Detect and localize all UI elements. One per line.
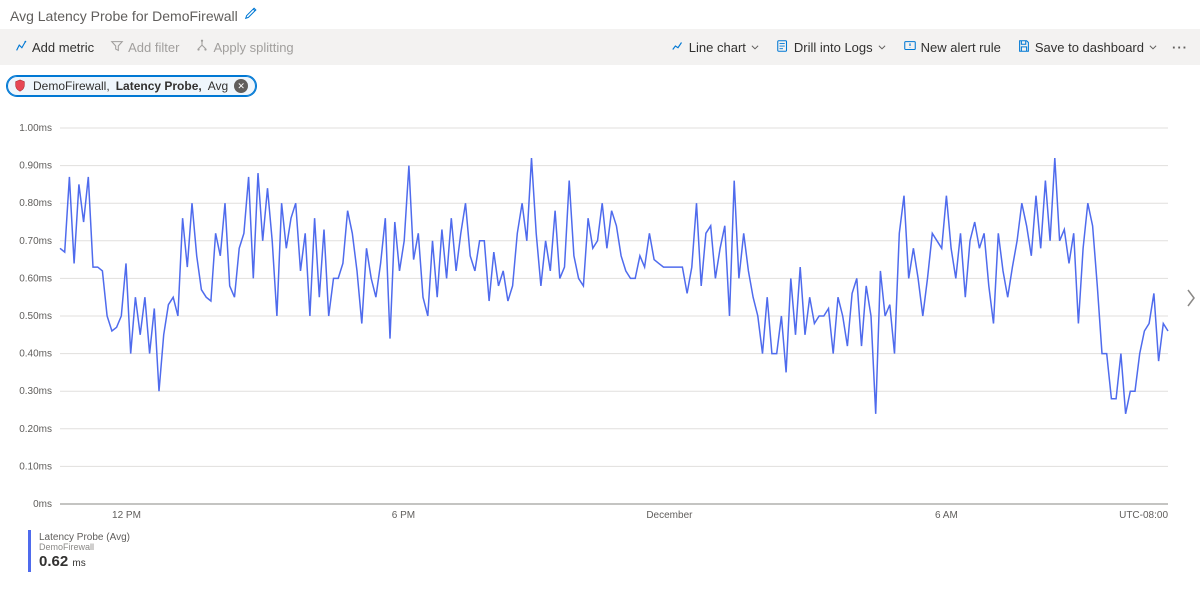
- legend-unit: ms: [72, 558, 85, 569]
- save-icon: [1017, 39, 1031, 56]
- svg-text:0.10ms: 0.10ms: [19, 461, 52, 472]
- filter-icon: [110, 39, 124, 56]
- page-title: Avg Latency Probe for DemoFirewall: [10, 8, 238, 24]
- add-metric-button[interactable]: Add metric: [8, 35, 100, 60]
- chart-type-label: Line chart: [689, 40, 746, 55]
- toolbar: Add metric Add filter Apply splitting Li…: [0, 29, 1200, 65]
- save-dashboard-label: Save to dashboard: [1035, 40, 1144, 55]
- edit-icon[interactable]: [244, 6, 258, 25]
- add-metric-label: Add metric: [32, 40, 94, 55]
- svg-text:0.40ms: 0.40ms: [19, 349, 52, 360]
- svg-text:6 AM: 6 AM: [935, 510, 958, 521]
- chart-type-dropdown[interactable]: Line chart: [665, 35, 766, 60]
- add-filter-label: Add filter: [128, 40, 179, 55]
- svg-text:December: December: [646, 510, 693, 521]
- drill-logs-label: Drill into Logs: [794, 40, 873, 55]
- drill-logs-dropdown[interactable]: Drill into Logs: [770, 35, 893, 60]
- split-icon: [195, 39, 209, 56]
- firewall-resource-icon: [13, 79, 27, 93]
- legend-value: 0.62: [39, 553, 68, 570]
- svg-text:0.60ms: 0.60ms: [19, 273, 52, 284]
- pill-resource: DemoFirewall,: [33, 79, 110, 93]
- new-alert-button[interactable]: New alert rule: [897, 35, 1007, 60]
- new-alert-label: New alert rule: [921, 40, 1001, 55]
- chevron-down-icon: [877, 40, 887, 55]
- legend-item[interactable]: Latency Probe (Avg) DemoFirewall 0.62 ms: [28, 530, 138, 572]
- svg-text:0.50ms: 0.50ms: [19, 311, 52, 322]
- apply-splitting-button[interactable]: Apply splitting: [189, 35, 299, 60]
- svg-text:1.00ms: 1.00ms: [19, 123, 52, 134]
- logs-icon: [776, 39, 790, 56]
- svg-text:0.90ms: 0.90ms: [19, 161, 52, 172]
- line-chart-icon: [671, 39, 685, 56]
- legend: Latency Probe (Avg) DemoFirewall 0.62 ms: [28, 530, 1200, 572]
- svg-text:0.30ms: 0.30ms: [19, 386, 52, 397]
- svg-text:0.80ms: 0.80ms: [19, 198, 52, 209]
- svg-text:12 PM: 12 PM: [112, 510, 141, 521]
- pill-aggregation: Avg: [208, 79, 228, 93]
- save-dashboard-dropdown[interactable]: Save to dashboard: [1011, 35, 1164, 60]
- remove-pill-icon[interactable]: ✕: [234, 79, 248, 93]
- chart-next-icon[interactable]: [1184, 284, 1198, 317]
- line-chart[interactable]: 0ms0.10ms0.20ms0.30ms0.40ms0.50ms0.60ms0…: [58, 124, 1178, 534]
- svg-text:0.20ms: 0.20ms: [19, 424, 52, 435]
- metric-pill[interactable]: DemoFirewall, Latency Probe, Avg ✕: [6, 75, 257, 97]
- legend-resource: DemoFirewall: [39, 543, 130, 553]
- apply-splitting-label: Apply splitting: [213, 40, 293, 55]
- chevron-down-icon: [750, 40, 760, 55]
- svg-text:6 PM: 6 PM: [392, 510, 415, 521]
- sparkle-icon: [14, 39, 28, 56]
- svg-text:UTC-08:00: UTC-08:00: [1119, 510, 1168, 521]
- alert-icon: [903, 39, 917, 56]
- more-icon[interactable]: ···: [1168, 40, 1192, 55]
- svg-text:0ms: 0ms: [33, 499, 52, 510]
- svg-text:0.70ms: 0.70ms: [19, 236, 52, 247]
- add-filter-button[interactable]: Add filter: [104, 35, 185, 60]
- chevron-down-icon: [1148, 40, 1158, 55]
- pill-metric: Latency Probe,: [116, 79, 202, 93]
